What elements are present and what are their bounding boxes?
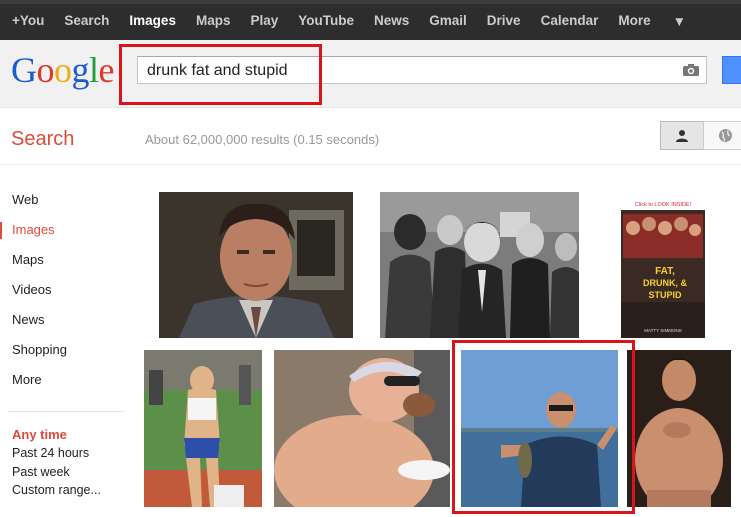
camera-icon[interactable] <box>682 63 700 77</box>
athlete-photo <box>144 350 262 507</box>
leftnav-divider <box>8 411 124 412</box>
time-filter: Any time Past 24 hours Past week Custom … <box>12 425 101 500</box>
book-author: MATTY SIMMONS <box>644 328 682 333</box>
topnav-youtube[interactable]: YouTube <box>298 13 354 29</box>
search-header: Google drunk fat and stupid <box>0 40 741 108</box>
topnav-more-label: More <box>618 13 651 28</box>
book-cover-photo: Click to LOOK INSIDE! FAT, DRUNK, & STUP… <box>621 198 705 338</box>
man-in-suit-photo <box>159 192 353 338</box>
shirtless-man-photo <box>627 350 731 507</box>
safe-search-toggle <box>660 121 741 150</box>
topnav-search[interactable]: Search <box>64 13 109 29</box>
bw-group-photo <box>380 192 579 338</box>
time-filter-any-time[interactable]: Any time <box>12 425 101 444</box>
book-title-line3: STUPID <box>648 290 682 300</box>
topnav-maps[interactable]: Maps <box>196 13 231 29</box>
leftnav-videos[interactable]: Videos <box>0 275 130 305</box>
topnav-play[interactable]: Play <box>250 13 278 29</box>
image-result-athlete[interactable] <box>144 350 262 507</box>
chevron-down-icon: ▼ <box>672 13 686 29</box>
topnav-more[interactable]: More ▼ <box>618 13 706 29</box>
image-result-book-cover[interactable]: Click to LOOK INSIDE! FAT, DRUNK, & STUP… <box>621 198 705 338</box>
image-result-bw-group[interactable] <box>380 192 579 338</box>
time-filter-past-24-hours[interactable]: Past 24 hours <box>12 444 101 463</box>
topnav-gmail[interactable]: Gmail <box>429 13 467 29</box>
top-nav: +You Search Images Maps Play YouTube New… <box>12 13 726 29</box>
book-title-line2: DRUNK, & <box>643 278 687 288</box>
image-highlight-box <box>452 340 635 514</box>
personal-results-button[interactable] <box>660 121 704 150</box>
time-filter-custom-range[interactable]: Custom range... <box>12 481 101 500</box>
person-icon <box>676 129 688 142</box>
leftnav-more[interactable]: More <box>0 365 130 395</box>
topnav-drive[interactable]: Drive <box>487 13 521 29</box>
result-stats: About 62,000,000 results (0.15 seconds) <box>145 132 380 147</box>
left-nav: Web Images Maps Videos News Shopping Mor… <box>0 185 130 395</box>
leftnav-shopping[interactable]: Shopping <box>0 335 130 365</box>
leftnav-maps[interactable]: Maps <box>0 245 130 275</box>
query-highlight-box <box>119 44 322 105</box>
topnav-you[interactable]: +You <box>12 13 44 29</box>
book-tagline: Click to LOOK INSIDE! <box>635 202 692 208</box>
man-eating-photo <box>274 350 450 507</box>
topnav-news[interactable]: News <box>374 13 409 29</box>
search-button[interactable] <box>722 56 741 84</box>
leftnav-images[interactable]: Images <box>0 215 130 245</box>
image-result-man-in-suit[interactable] <box>159 192 353 338</box>
topnav-calendar[interactable]: Calendar <box>541 13 599 29</box>
global-results-button[interactable] <box>703 121 741 150</box>
globe-icon <box>718 129 732 142</box>
page-title: Search <box>11 128 75 150</box>
image-result-man-eating[interactable] <box>274 350 450 507</box>
leftnav-news[interactable]: News <box>0 305 130 335</box>
topnav-images[interactable]: Images <box>129 13 176 29</box>
image-result-shirtless-man[interactable] <box>627 350 731 507</box>
leftnav-web[interactable]: Web <box>0 185 130 215</box>
results-subbar: Search About 62,000,000 results (0.15 se… <box>0 108 741 165</box>
book-title-line1: FAT, <box>655 266 675 277</box>
google-top-bar: +You Search Images Maps Play YouTube New… <box>0 0 741 40</box>
time-filter-past-week[interactable]: Past week <box>12 463 101 482</box>
google-logo[interactable]: Google <box>11 52 115 88</box>
